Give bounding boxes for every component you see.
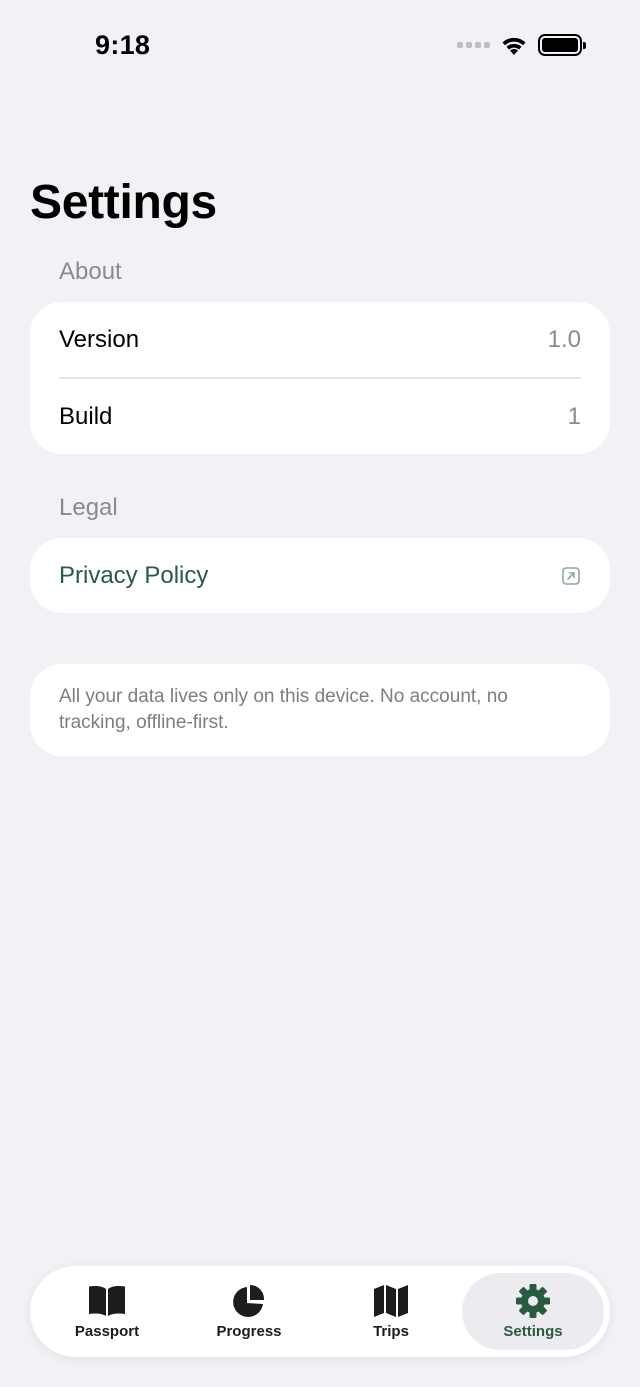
tab-settings[interactable]: Settings <box>462 1273 604 1350</box>
legal-section-header: Legal <box>59 494 118 521</box>
build-value: 1 <box>567 402 581 430</box>
external-link-icon <box>562 566 580 585</box>
book-icon <box>89 1286 125 1316</box>
tab-passport[interactable]: Passport <box>36 1273 178 1350</box>
status-indicators <box>457 34 586 56</box>
legal-card: Privacy Policy <box>30 538 610 613</box>
version-label: Version <box>59 325 140 353</box>
tab-trips[interactable]: Trips <box>320 1273 462 1350</box>
pie-chart-icon <box>233 1285 265 1317</box>
gear-icon <box>516 1284 550 1318</box>
about-section-header: About <box>59 258 122 285</box>
tab-progress-label: Progress <box>216 1323 282 1340</box>
version-value: 1.0 <box>547 325 581 353</box>
build-label: Build <box>59 402 113 430</box>
about-card: Version 1.0 Build 1 <box>30 302 610 454</box>
battery-icon <box>538 34 586 56</box>
tab-settings-label: Settings <box>503 1323 563 1340</box>
status-time: 9:18 <box>95 30 151 60</box>
version-row: Version 1.0 <box>30 302 610 377</box>
privacy-policy-link[interactable]: Privacy Policy <box>30 538 610 613</box>
build-row: Build 1 <box>30 379 610 454</box>
map-icon <box>374 1285 408 1317</box>
wifi-icon <box>502 37 526 55</box>
settings-screen: 9:18 Settings About Version 1.0 Build 1 … <box>0 0 640 1387</box>
tab-bar: Passport Progress Trips Settings <box>30 1266 610 1357</box>
privacy-policy-label: Privacy Policy <box>59 561 209 589</box>
tab-passport-label: Passport <box>74 1323 140 1340</box>
page-title: Settings <box>30 176 217 229</box>
tab-trips-label: Trips <box>373 1323 409 1340</box>
cellular-signal-icon <box>457 42 490 48</box>
privacy-note-text: All your data lives only on this device.… <box>59 686 508 733</box>
tab-progress[interactable]: Progress <box>178 1273 320 1350</box>
privacy-note-card: All your data lives only on this device.… <box>30 664 610 756</box>
